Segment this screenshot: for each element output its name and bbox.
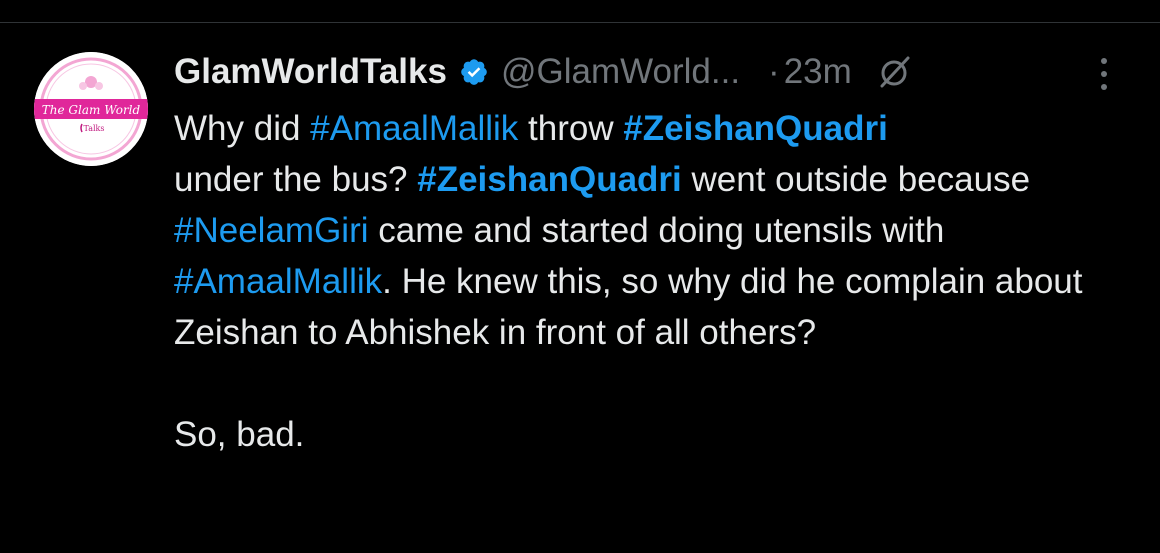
hashtag-link[interactable]: #AmaalMallik [310, 109, 518, 148]
text-segment: came and started doing utensils with [368, 211, 945, 250]
tweet-timestamp[interactable]: 23m [784, 52, 852, 92]
logo-text-bottom: Talks [84, 124, 105, 133]
author-display-name[interactable]: GlamWorldTalks [174, 52, 447, 92]
top-divider [0, 22, 1160, 23]
tweet-paragraph: Why did #AmaalMallik throw #ZeishanQuadr… [174, 103, 1134, 358]
text-segment: went outside because [681, 160, 1031, 199]
text-segment: Why did [174, 109, 311, 148]
hashtag-link[interactable]: #ZeishanQuadri [623, 109, 888, 148]
logo-text-top: The Glam World [42, 103, 141, 117]
separator-dot: · [768, 52, 780, 91]
text-segment: throw [518, 109, 624, 148]
verified-badge-icon[interactable] [459, 57, 489, 87]
glam-world-logo-icon: The Glam World Talks [34, 52, 148, 166]
hashtag-link[interactable]: #AmaalMallik [174, 262, 382, 301]
more-vertical-icon[interactable] [1094, 56, 1114, 92]
hashtag-link[interactable]: #NeelamGiri [174, 211, 369, 250]
grok-icon[interactable] [878, 55, 912, 89]
author-handle[interactable]: @GlamWorld... [501, 52, 740, 92]
tweet-header: GlamWorldTalks @GlamWorld... · 23m [174, 50, 1134, 94]
tweet-text: Why did #AmaalMallik throw #ZeishanQuadr… [174, 103, 1134, 460]
avatar[interactable]: The Glam World Talks [34, 52, 148, 166]
hashtag-link[interactable]: #ZeishanQuadri [417, 160, 682, 199]
tweet-closing-line: So, bad. [174, 415, 305, 454]
text-segment: under the bus? [174, 160, 418, 199]
